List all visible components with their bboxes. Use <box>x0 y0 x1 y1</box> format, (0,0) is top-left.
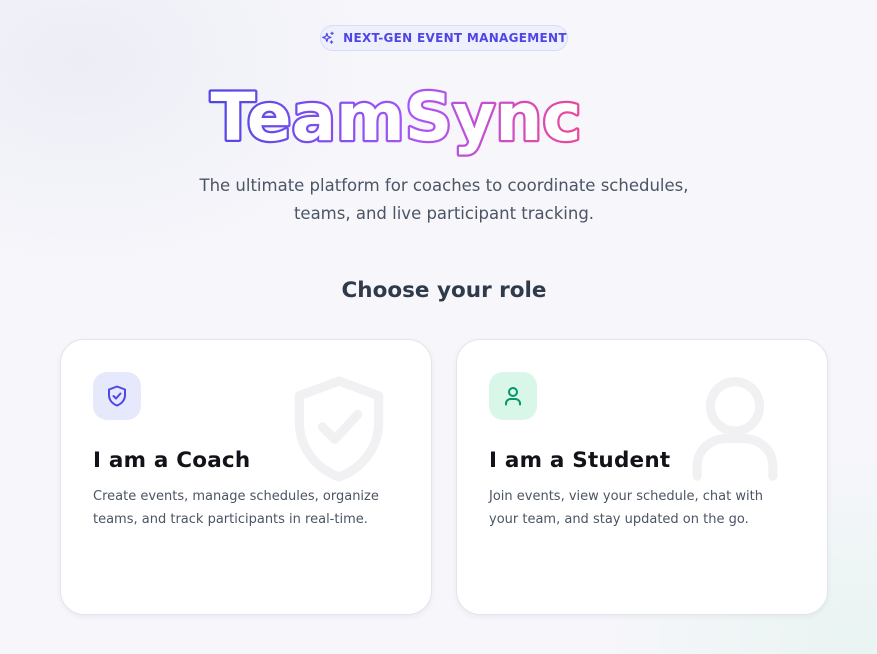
student-title: I am a Student <box>489 448 671 473</box>
coach-role-card[interactable]: I am a Coach Create events, manage sched… <box>60 339 432 615</box>
subtitle: The ultimate platform for coaches to coo… <box>199 176 689 223</box>
brand-name: TeamSync <box>211 79 582 156</box>
shield-check-watermark-icon <box>294 376 384 482</box>
coach-title: I am a Coach <box>93 448 251 473</box>
coach-icon-box <box>93 372 141 420</box>
shield-check-icon <box>108 385 126 407</box>
tagline-text: NEXT-GEN EVENT MANAGEMENT <box>343 31 567 45</box>
student-icon-box <box>489 372 537 420</box>
brand-logo: TeamSync <box>0 72 795 162</box>
sparkles-icon <box>322 31 334 44</box>
user-icon <box>505 387 521 406</box>
role-heading: Choose your role <box>341 278 547 303</box>
student-description: Join events, view your schedule, chat wi… <box>489 489 763 527</box>
student-role-card[interactable]: I am a Student Join events, view your sc… <box>456 339 828 615</box>
coach-description: Create events, manage schedules, organiz… <box>93 489 379 527</box>
user-watermark-icon <box>692 377 778 481</box>
tagline-badge: NEXT-GEN EVENT MANAGEMENT <box>320 25 568 51</box>
